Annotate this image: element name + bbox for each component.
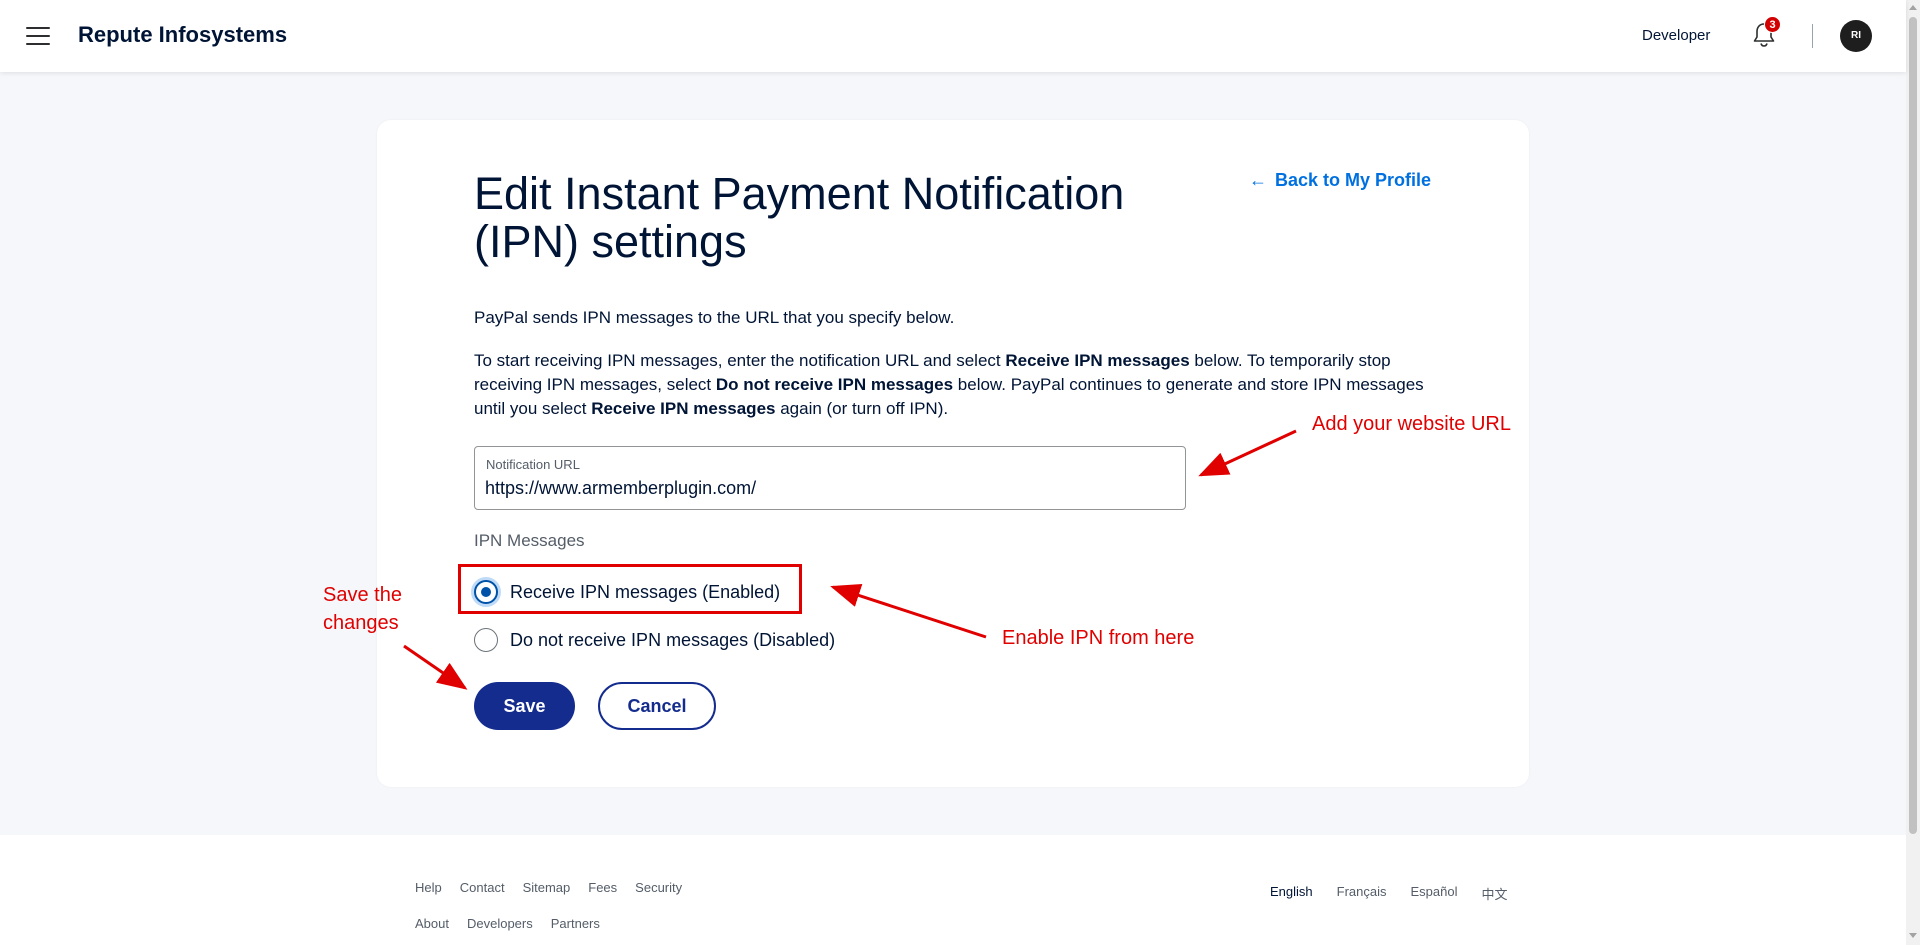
receive-ipn-option[interactable]: Receive IPN messages (Enabled) [474,578,780,606]
footer-links-secondary: About Developers Partners [415,916,600,931]
footer-link-developers[interactable]: Developers [467,916,533,931]
footer-link-fees[interactable]: Fees [588,880,617,895]
footer-link-partners[interactable]: Partners [551,916,600,931]
instructions-bold: Receive IPN messages [591,399,776,418]
disable-ipn-option[interactable]: Do not receive IPN messages (Disabled) [474,626,835,654]
notification-url-input[interactable] [485,475,1165,501]
arrow-left-icon: ← [1249,170,1267,190]
footer-link-contact[interactable]: Contact [460,880,505,895]
footer-link-help[interactable]: Help [415,880,442,895]
page-scrollbar[interactable] [1906,0,1920,945]
receive-ipn-label: Receive IPN messages (Enabled) [510,581,781,602]
instructions-bold: Receive IPN messages [1005,351,1190,370]
instructions-text: To start receiving IPN messages, enter t… [474,349,1434,421]
instructions-bold: Do not receive IPN messages [715,375,954,394]
notification-count-badge: 3 [1764,16,1781,33]
user-avatar[interactable]: RI [1840,20,1872,52]
url-annotation: Add your website URL [1312,413,1511,435]
footer: Help Contact Sitemap Fees Security About… [0,835,1906,945]
save-annotation: Save the changes [323,581,402,637]
notification-url-label: Notification URL [486,457,580,472]
instructions-part: To start receiving IPN messages, enter t… [474,351,1006,370]
top-navigation-bar: Repute Infosystems Developer 3 RI [0,0,1906,72]
language-french[interactable]: Français [1337,884,1387,903]
footer-links-primary: Help Contact Sitemap Fees Security [415,880,682,895]
back-to-profile-link[interactable]: ← Back to My Profile [1249,170,1431,191]
footer-link-security[interactable]: Security [635,880,682,895]
ipn-settings-card: Edit Instant Payment Notification (IPN) … [377,120,1529,787]
save-button[interactable]: Save [474,682,575,730]
ipn-messages-heading: IPN Messages [474,531,585,550]
language-chinese[interactable]: 中文 [1481,884,1507,903]
save-annotation-line: changes [323,612,399,634]
intro-text: PayPal sends IPN messages to the URL tha… [474,308,955,327]
language-selector: English Français Español 中文 [1270,884,1508,903]
enable-ipn-annotation: Enable IPN from here [1002,627,1195,649]
developer-link[interactable]: Developer [1642,27,1710,44]
page-title: Edit Instant Payment Notification (IPN) … [474,168,1125,267]
language-english[interactable]: English [1270,884,1313,903]
cancel-button[interactable]: Cancel [598,682,716,730]
save-annotation-line: Save the [323,584,402,606]
menu-icon[interactable] [26,27,50,46]
disable-ipn-label: Do not receive IPN messages (Disabled) [510,629,836,650]
notification-url-field[interactable]: Notification URL [474,446,1186,510]
footer-link-about[interactable]: About [415,916,449,931]
receive-ipn-radio[interactable] [474,580,498,604]
disable-ipn-radio[interactable] [474,628,498,652]
language-spanish[interactable]: Español [1411,884,1458,903]
back-link-label: Back to My Profile [1275,170,1432,190]
footer-link-sitemap[interactable]: Sitemap [523,880,571,895]
scroll-down-arrow-icon[interactable] [1909,933,1917,938]
header-divider [1812,24,1813,48]
instructions-part: again (or turn off IPN). [775,399,949,418]
scroll-up-arrow-icon[interactable] [1909,5,1917,10]
brand-name: Repute Infosystems [78,22,288,47]
scrollbar-thumb[interactable] [1909,17,1917,834]
